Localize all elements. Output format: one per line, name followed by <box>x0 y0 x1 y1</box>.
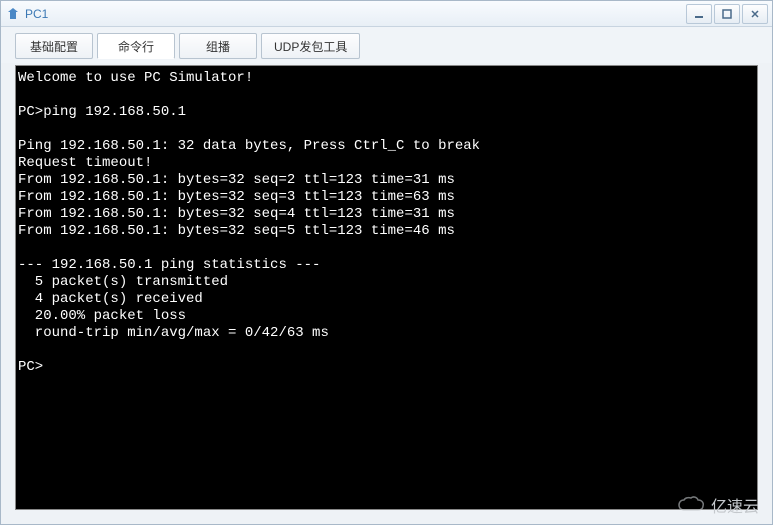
app-icon <box>5 6 21 22</box>
terminal-line: From 192.168.50.1: bytes=32 seq=2 ttl=12… <box>18 172 455 188</box>
terminal-line: --- 192.168.50.1 ping statistics --- <box>18 257 320 273</box>
terminal-prompt: PC> <box>18 359 43 375</box>
tab-multicast[interactable]: 组播 <box>179 33 257 59</box>
tab-command-line[interactable]: 命令行 <box>97 33 175 59</box>
terminal-line: 5 packet(s) transmitted <box>18 274 228 290</box>
terminal-line: Ping 192.168.50.1: 32 data bytes, Press … <box>18 138 480 154</box>
titlebar: PC1 <box>1 1 772 27</box>
terminal-line: From 192.168.50.1: bytes=32 seq=5 ttl=12… <box>18 223 455 239</box>
terminal-line: 20.00% packet loss <box>18 308 186 324</box>
terminal-line: From 192.168.50.1: bytes=32 seq=4 ttl=12… <box>18 206 455 222</box>
terminal-line: 4 packet(s) received <box>18 291 203 307</box>
terminal-line: Request timeout! <box>18 155 152 171</box>
maximize-button[interactable] <box>714 4 740 24</box>
minimize-button[interactable] <box>686 4 712 24</box>
tab-basic-config[interactable]: 基础配置 <box>15 33 93 59</box>
tab-udp-tool[interactable]: UDP发包工具 <box>261 33 360 59</box>
terminal-line: round-trip min/avg/max = 0/42/63 ms <box>18 325 329 341</box>
terminal-line: Welcome to use PC Simulator! <box>18 70 253 86</box>
tab-bar: 基础配置 命令行 组播 UDP发包工具 <box>1 27 772 63</box>
terminal-line: From 192.168.50.1: bytes=32 seq=3 ttl=12… <box>18 189 455 205</box>
terminal-line: PC>ping 192.168.50.1 <box>18 104 186 120</box>
app-window: PC1 基础配置 命令行 组播 UDP发包工具 Welcome to use P… <box>0 0 773 525</box>
window-title: PC1 <box>25 7 684 21</box>
terminal-output[interactable]: Welcome to use PC Simulator! PC>ping 192… <box>15 65 758 510</box>
close-button[interactable] <box>742 4 768 24</box>
